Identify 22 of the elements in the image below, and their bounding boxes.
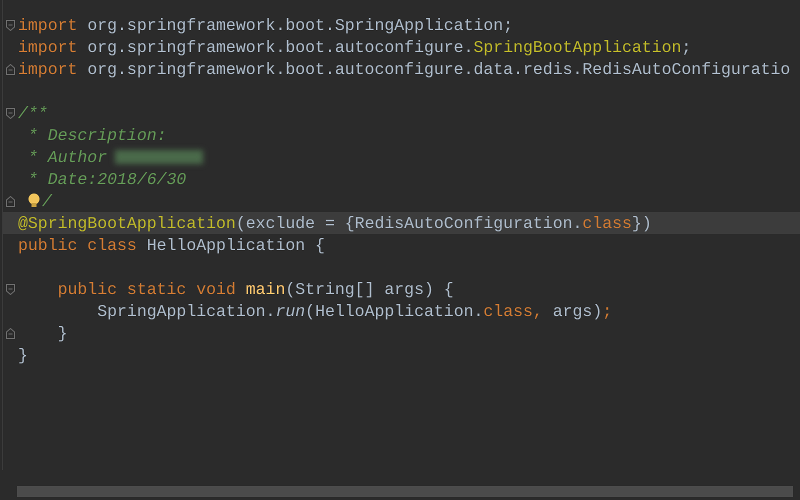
- fold-marker-icon[interactable]: [6, 196, 15, 206]
- code-line: * Date:2018/6/30: [26, 170, 186, 188]
- code-line: /: [42, 192, 52, 210]
- code-line: import org.springframework.boot.autoconfigure.data.redis.RedisAutoConfiguratio: [18, 60, 790, 78]
- fold-marker-icon[interactable]: [6, 20, 15, 30]
- code-line: import org.springframework.boot.SpringApplication;: [18, 16, 514, 34]
- code-line: import org.springframework.boot.autoconfigure.SpringBootApplication;: [18, 38, 692, 56]
- code-line: @SpringBootApplication(exclude = {RedisAutoConfiguration.class}): [18, 214, 652, 232]
- horizontal-scrollbar[interactable]: [17, 486, 793, 497]
- code-line: public static void main(String[] args) {: [56, 280, 454, 298]
- code-line: * Author: [26, 148, 108, 166]
- fold-marker-icon[interactable]: [6, 284, 15, 294]
- code-line: public class HelloApplication {: [18, 236, 325, 254]
- fold-marker-icon[interactable]: [6, 64, 15, 74]
- code-line: SpringApplication.run(HelloApplication.class, args);: [96, 302, 612, 320]
- code-line: * Description:: [26, 126, 167, 144]
- fold-marker-icon[interactable]: [6, 328, 15, 338]
- code-line: /**: [18, 104, 48, 122]
- code-line: }: [56, 324, 68, 342]
- code-line: }: [18, 346, 28, 364]
- fold-marker-icon[interactable]: [6, 108, 15, 118]
- lightbulb-icon[interactable]: [27, 193, 41, 209]
